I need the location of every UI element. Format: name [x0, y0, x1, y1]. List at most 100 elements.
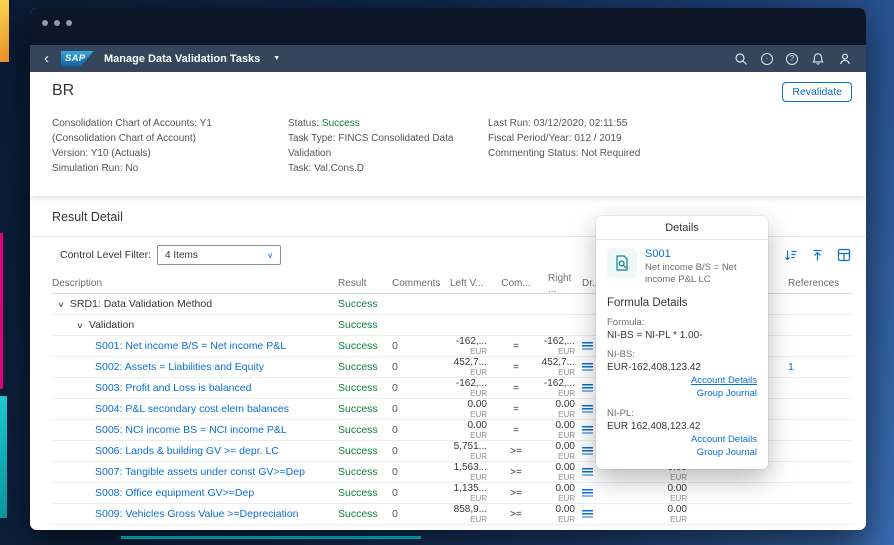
profile-icon[interactable] [838, 52, 852, 66]
rule-link[interactable]: S008: Office equipment GV>=Dep [52, 487, 338, 499]
object-page-header: BR Revalidate Consolidation Chart of Acc… [30, 72, 866, 196]
detail-list-icon[interactable] [582, 426, 593, 434]
window-traffic-lights[interactable] [42, 20, 72, 26]
comments-cell: 0 [392, 382, 444, 394]
comparison-cell: = [492, 404, 540, 415]
right-value-cell: 0.00EUR [540, 442, 580, 461]
account-details-link[interactable]: Account Details [607, 434, 757, 447]
comparison-cell: = [492, 383, 540, 394]
result-cell: Success [338, 319, 392, 331]
result-cell: Success [338, 508, 392, 520]
sort-descending-icon[interactable] [782, 247, 798, 263]
app-title-caret-icon: ▼ [273, 55, 280, 62]
comparison-cell: >= [492, 509, 540, 520]
detail-list-icon[interactable] [582, 510, 593, 518]
rule-link[interactable]: S002: Assets = Liabilities and Equity [52, 361, 338, 373]
comments-cell: 0 [392, 424, 444, 436]
popup-rule-name: Net income B/S = Net income P&L LC [645, 262, 757, 286]
right-value-cell: 0.00EUR [540, 505, 580, 524]
group-label: SRD1: Data Validation Method [70, 298, 212, 310]
left-value-cell: 0.00EUR [444, 421, 492, 440]
nipl-label: NI-PL: [607, 408, 757, 419]
collapse-chevron-icon[interactable]: ∨ [76, 321, 84, 330]
detail-list-icon[interactable] [582, 384, 593, 392]
validation-rule-icon [607, 248, 637, 278]
table-row-partial[interactable]: 0.600 [52, 525, 852, 530]
info-task-type: Task Type: FINCS Consolidated Data Valid… [288, 131, 478, 161]
comparison-cell: = [492, 425, 540, 436]
app-title-menu[interactable]: Manage Data Validation Tasks [104, 53, 260, 65]
extra-value-cell: 0.00EUR [604, 484, 692, 503]
export-icon[interactable] [836, 247, 852, 263]
nipl-value: EUR 162,408,123.42 [607, 421, 757, 432]
detail-list-icon[interactable] [582, 489, 593, 497]
window-close-button[interactable] [42, 20, 48, 26]
header-info-column-2: Status: Success Task Type: FINCS Consoli… [288, 116, 488, 176]
chevron-down-icon: ∨ [267, 251, 273, 260]
comparison-cell: >= [492, 467, 540, 478]
detail-list-icon[interactable] [582, 342, 593, 350]
col-result[interactable]: Result [338, 278, 392, 289]
account-details-link[interactable]: Account Details [607, 375, 757, 388]
group-label: Validation [89, 319, 134, 331]
revalidate-button[interactable]: Revalidate [782, 82, 852, 102]
bell-icon[interactable] [811, 52, 825, 66]
status-value: Success [322, 118, 360, 129]
help-icon[interactable]: ? [786, 53, 798, 65]
group-journal-link[interactable]: Group Journal [607, 447, 757, 460]
rule-link[interactable]: S009: Vehicles Gross Value >=Depreciatio… [52, 508, 338, 520]
info-simulation: Simulation Run: No [52, 161, 272, 176]
left-value-cell: 1,563...EUR [444, 463, 492, 482]
result-cell: Success [338, 361, 392, 373]
header-info-column-1: Consolidation Chart of Accounts: Y1 (Con… [52, 116, 288, 176]
col-left-value[interactable]: Left V... [444, 278, 492, 289]
back-button[interactable]: ‹ [44, 51, 49, 66]
window-minimize-button[interactable] [54, 20, 60, 26]
rule-link[interactable]: S006: Lands & building GV >= depr. LC [52, 445, 338, 457]
col-right-value[interactable]: Right ... [540, 273, 580, 295]
col-comparison[interactable]: Com... [492, 278, 540, 289]
right-value-cell: -162,...EUR [540, 337, 580, 356]
sap-logo[interactable]: SAP [61, 51, 94, 67]
right-value-cell: 0.00EUR [540, 484, 580, 503]
comparison-cell: >= [492, 446, 540, 457]
rule-link[interactable]: S007: Tangible assets under const GV>=De… [52, 466, 338, 478]
copilot-icon[interactable]: · [761, 53, 773, 65]
collapse-chevron-icon[interactable]: ∨ [57, 300, 65, 309]
search-icon[interactable] [734, 52, 748, 66]
result-cell: Success [338, 424, 392, 436]
comments-cell: 0 [392, 508, 444, 520]
info-version: Version: Y10 (Actuals) [52, 146, 272, 161]
info-status: Status: Success [288, 116, 478, 131]
window-maximize-button[interactable] [66, 20, 72, 26]
group-journal-link[interactable]: Group Journal [607, 388, 757, 401]
control-level-filter-select[interactable]: 4 Items ∨ [157, 245, 281, 265]
info-fiscal-period: Fiscal Period/Year: 012 / 2019 [488, 131, 852, 146]
col-comments[interactable]: Comments [392, 278, 444, 289]
rule-link[interactable]: S001: Net income B/S = Net income P&L [52, 340, 338, 352]
right-value-cell: 0.00EUR [540, 463, 580, 482]
table-row[interactable]: S008: Office equipment GV>=Dep Success 0… [52, 483, 852, 504]
col-references[interactable]: References [780, 278, 852, 289]
tab-result-detail[interactable]: Result Detail [52, 210, 123, 236]
detail-list-icon[interactable] [582, 405, 593, 413]
left-value-cell: 5,751...EUR [444, 442, 492, 461]
popup-rule-id-link[interactable]: S001 [645, 248, 757, 260]
move-to-top-icon[interactable] [809, 247, 825, 263]
right-value-cell: -162,...EUR [540, 379, 580, 398]
comparison-cell: = [492, 341, 540, 352]
left-value-cell: 0.00EUR [444, 400, 492, 419]
left-value-cell: -162,...EUR [444, 379, 492, 398]
formula-value: NI-BS = NI-PL * 1.00- [607, 330, 757, 341]
rule-link[interactable]: S003: Profit and Loss is balanced [52, 382, 338, 394]
info-coa: Consolidation Chart of Accounts: Y1 (Con… [52, 116, 272, 146]
rule-link[interactable]: S004: P&L secondary cost elem balances [52, 403, 338, 415]
comparison-cell: >= [492, 488, 540, 499]
rule-link[interactable]: S005: NCI income BS = NCI income P&L [52, 424, 338, 436]
references-cell[interactable]: 1 [780, 361, 852, 373]
detail-list-icon[interactable] [582, 447, 593, 455]
detail-list-icon[interactable] [582, 363, 593, 371]
col-description[interactable]: Description [52, 278, 338, 289]
detail-list-icon[interactable] [582, 468, 593, 476]
table-row[interactable]: S009: Vehicles Gross Value >=Depreciatio… [52, 504, 852, 525]
